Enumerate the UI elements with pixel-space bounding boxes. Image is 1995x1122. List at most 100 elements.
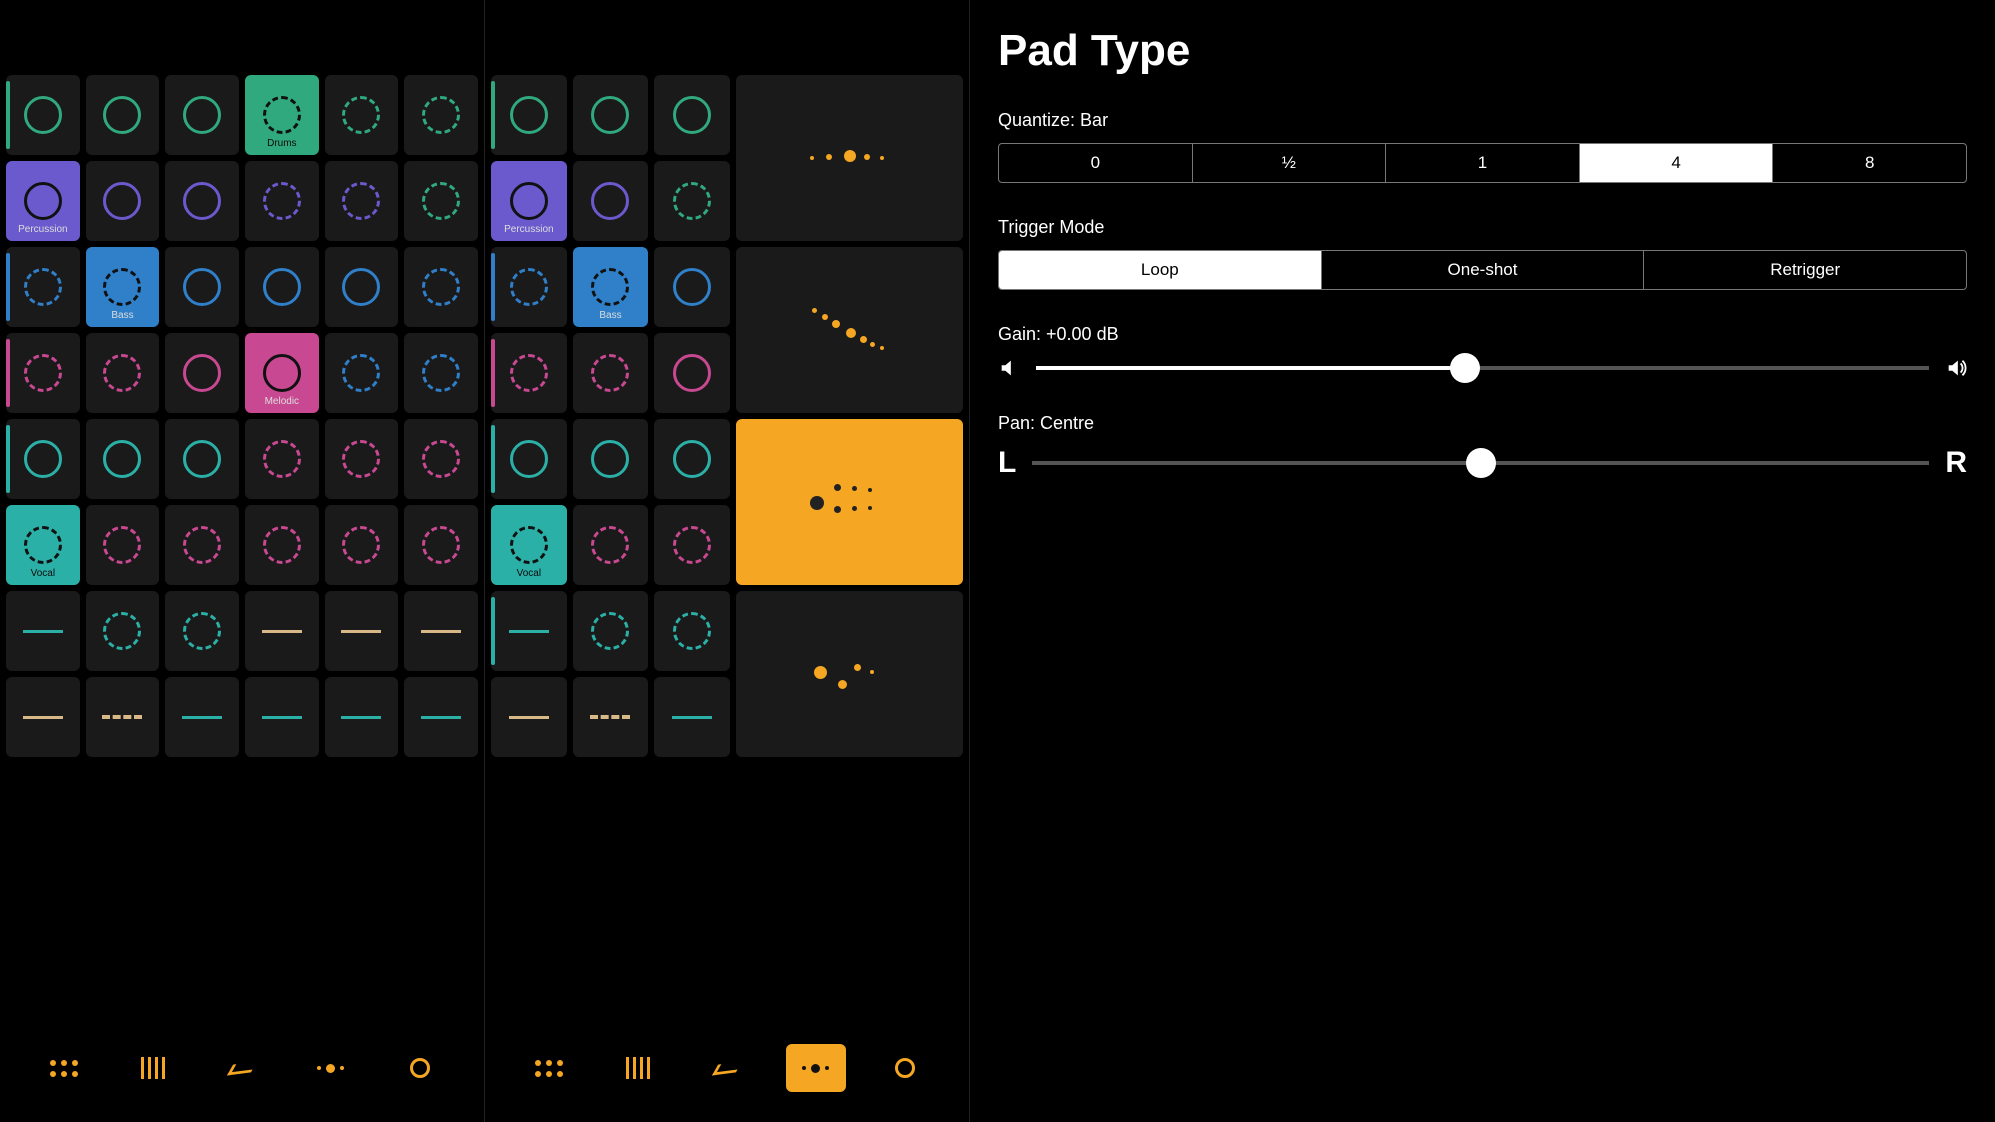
toolbar-dots-button[interactable] <box>301 1044 361 1092</box>
pad-r2-c1[interactable]: Bass <box>573 247 649 327</box>
toolbar-bars-button[interactable] <box>608 1044 668 1092</box>
pad-r5-c1[interactable] <box>573 505 649 585</box>
big-pad-r4[interactable] <box>736 419 963 585</box>
pad-r2-c3[interactable] <box>245 247 319 327</box>
pad-r3-c2[interactable] <box>165 333 239 413</box>
pad-r0-c3[interactable]: Drums <box>245 75 319 155</box>
pad-r6-c4[interactable] <box>325 591 399 671</box>
big-pad-r6[interactable] <box>736 591 963 757</box>
trigger-option-1[interactable]: One-shot <box>1322 251 1645 289</box>
pad-r7-c2[interactable] <box>165 677 239 757</box>
pad-r4-c0[interactable] <box>491 419 567 499</box>
pad-r2-c0[interactable] <box>6 247 80 327</box>
toolbar-grip-button[interactable] <box>519 1044 579 1092</box>
gain-slider[interactable] <box>1036 366 1929 370</box>
pad-r4-c0[interactable] <box>6 419 80 499</box>
pad-r5-c3[interactable] <box>245 505 319 585</box>
pad-r7-c4[interactable] <box>325 677 399 757</box>
pad-r4-c1[interactable] <box>86 419 160 499</box>
pad-r1-c3[interactable] <box>245 161 319 241</box>
pad-r7-c1[interactable] <box>573 677 649 757</box>
pad-r1-c1[interactable] <box>573 161 649 241</box>
pad-r0-c0[interactable] <box>6 75 80 155</box>
quantize-option-4[interactable]: 8 <box>1773 144 1966 182</box>
line-icon <box>341 716 381 719</box>
pad-r2-c4[interactable] <box>325 247 399 327</box>
pad-r1-c5[interactable] <box>404 161 478 241</box>
pad-r0-c2[interactable] <box>165 75 239 155</box>
big-pad-r2[interactable] <box>736 247 963 413</box>
quantize-option-3[interactable]: 4 <box>1580 144 1774 182</box>
pad-r0-c2[interactable] <box>654 75 730 155</box>
pad-r7-c1[interactable] <box>86 677 160 757</box>
pad-r7-c2[interactable] <box>654 677 730 757</box>
pad-r1-c2[interactable] <box>165 161 239 241</box>
pad-r7-c5[interactable] <box>404 677 478 757</box>
pad-r0-c0[interactable] <box>491 75 567 155</box>
pad-r6-c0[interactable] <box>6 591 80 671</box>
pad-r5-c1[interactable] <box>86 505 160 585</box>
pad-r3-c4[interactable] <box>325 333 399 413</box>
pad-r4-c2[interactable] <box>165 419 239 499</box>
pad-r4-c3[interactable] <box>245 419 319 499</box>
pad-r3-c0[interactable] <box>491 333 567 413</box>
pad-r7-c0[interactable] <box>491 677 567 757</box>
pad-r4-c5[interactable] <box>404 419 478 499</box>
pad-r3-c1[interactable] <box>573 333 649 413</box>
pad-r5-c0[interactable]: Vocal <box>6 505 80 585</box>
pad-r0-c4[interactable] <box>325 75 399 155</box>
pad-r6-c3[interactable] <box>245 591 319 671</box>
toolbar-chev-button[interactable] <box>212 1044 272 1092</box>
pad-r7-c0[interactable] <box>6 677 80 757</box>
pad-r5-c0[interactable]: Vocal <box>491 505 567 585</box>
pad-r5-c2[interactable] <box>654 505 730 585</box>
toolbar-circle-button[interactable] <box>875 1044 935 1092</box>
pad-r6-c0[interactable] <box>491 591 567 671</box>
pad-r1-c2[interactable] <box>654 161 730 241</box>
big-pad-r0[interactable] <box>736 75 963 241</box>
pad-r3-c2[interactable] <box>654 333 730 413</box>
dash-circle-icon <box>342 96 380 134</box>
toolbar-dots-button[interactable] <box>786 1044 846 1092</box>
pad-r7-c3[interactable] <box>245 677 319 757</box>
pad-r3-c5[interactable] <box>404 333 478 413</box>
pad-r5-c5[interactable] <box>404 505 478 585</box>
pan-slider[interactable] <box>1032 461 1929 465</box>
pad-r2-c0[interactable] <box>491 247 567 327</box>
pad-r0-c1[interactable] <box>573 75 649 155</box>
pan-slider-row: L R <box>998 446 1967 480</box>
trigger-option-0[interactable]: Loop <box>999 251 1322 289</box>
pad-r1-c1[interactable] <box>86 161 160 241</box>
pad-r2-c1[interactable]: Bass <box>86 247 160 327</box>
pad-r1-c0[interactable]: Percussion <box>491 161 567 241</box>
pad-r2-c2[interactable] <box>654 247 730 327</box>
pad-r3-c1[interactable] <box>86 333 160 413</box>
pad-r1-c0[interactable]: Percussion <box>6 161 80 241</box>
toolbar-bars-button[interactable] <box>123 1044 183 1092</box>
pad-r3-c3[interactable]: Melodic <box>245 333 319 413</box>
pad-r4-c1[interactable] <box>573 419 649 499</box>
pad-r6-c2[interactable] <box>654 591 730 671</box>
toolbar-chev-button[interactable] <box>697 1044 757 1092</box>
pad-r0-c5[interactable] <box>404 75 478 155</box>
circle-icon <box>263 268 301 306</box>
pad-r6-c2[interactable] <box>165 591 239 671</box>
pad-r4-c2[interactable] <box>654 419 730 499</box>
pad-r6-c5[interactable] <box>404 591 478 671</box>
quantize-option-2[interactable]: 1 <box>1386 144 1580 182</box>
pad-r1-c4[interactable] <box>325 161 399 241</box>
pad-r2-c2[interactable] <box>165 247 239 327</box>
pad-r0-c1[interactable] <box>86 75 160 155</box>
toolbar-grip-button[interactable] <box>34 1044 94 1092</box>
trigger-option-2[interactable]: Retrigger <box>1644 251 1966 289</box>
pad-r6-c1[interactable] <box>86 591 160 671</box>
pad-r5-c2[interactable] <box>165 505 239 585</box>
toolbar-circle-button[interactable] <box>390 1044 450 1092</box>
pad-r6-c1[interactable] <box>573 591 649 671</box>
pad-r2-c5[interactable] <box>404 247 478 327</box>
pad-r4-c4[interactable] <box>325 419 399 499</box>
pad-r3-c0[interactable] <box>6 333 80 413</box>
pad-r5-c4[interactable] <box>325 505 399 585</box>
quantize-option-1[interactable]: ½ <box>1193 144 1387 182</box>
quantize-option-0[interactable]: 0 <box>999 144 1193 182</box>
